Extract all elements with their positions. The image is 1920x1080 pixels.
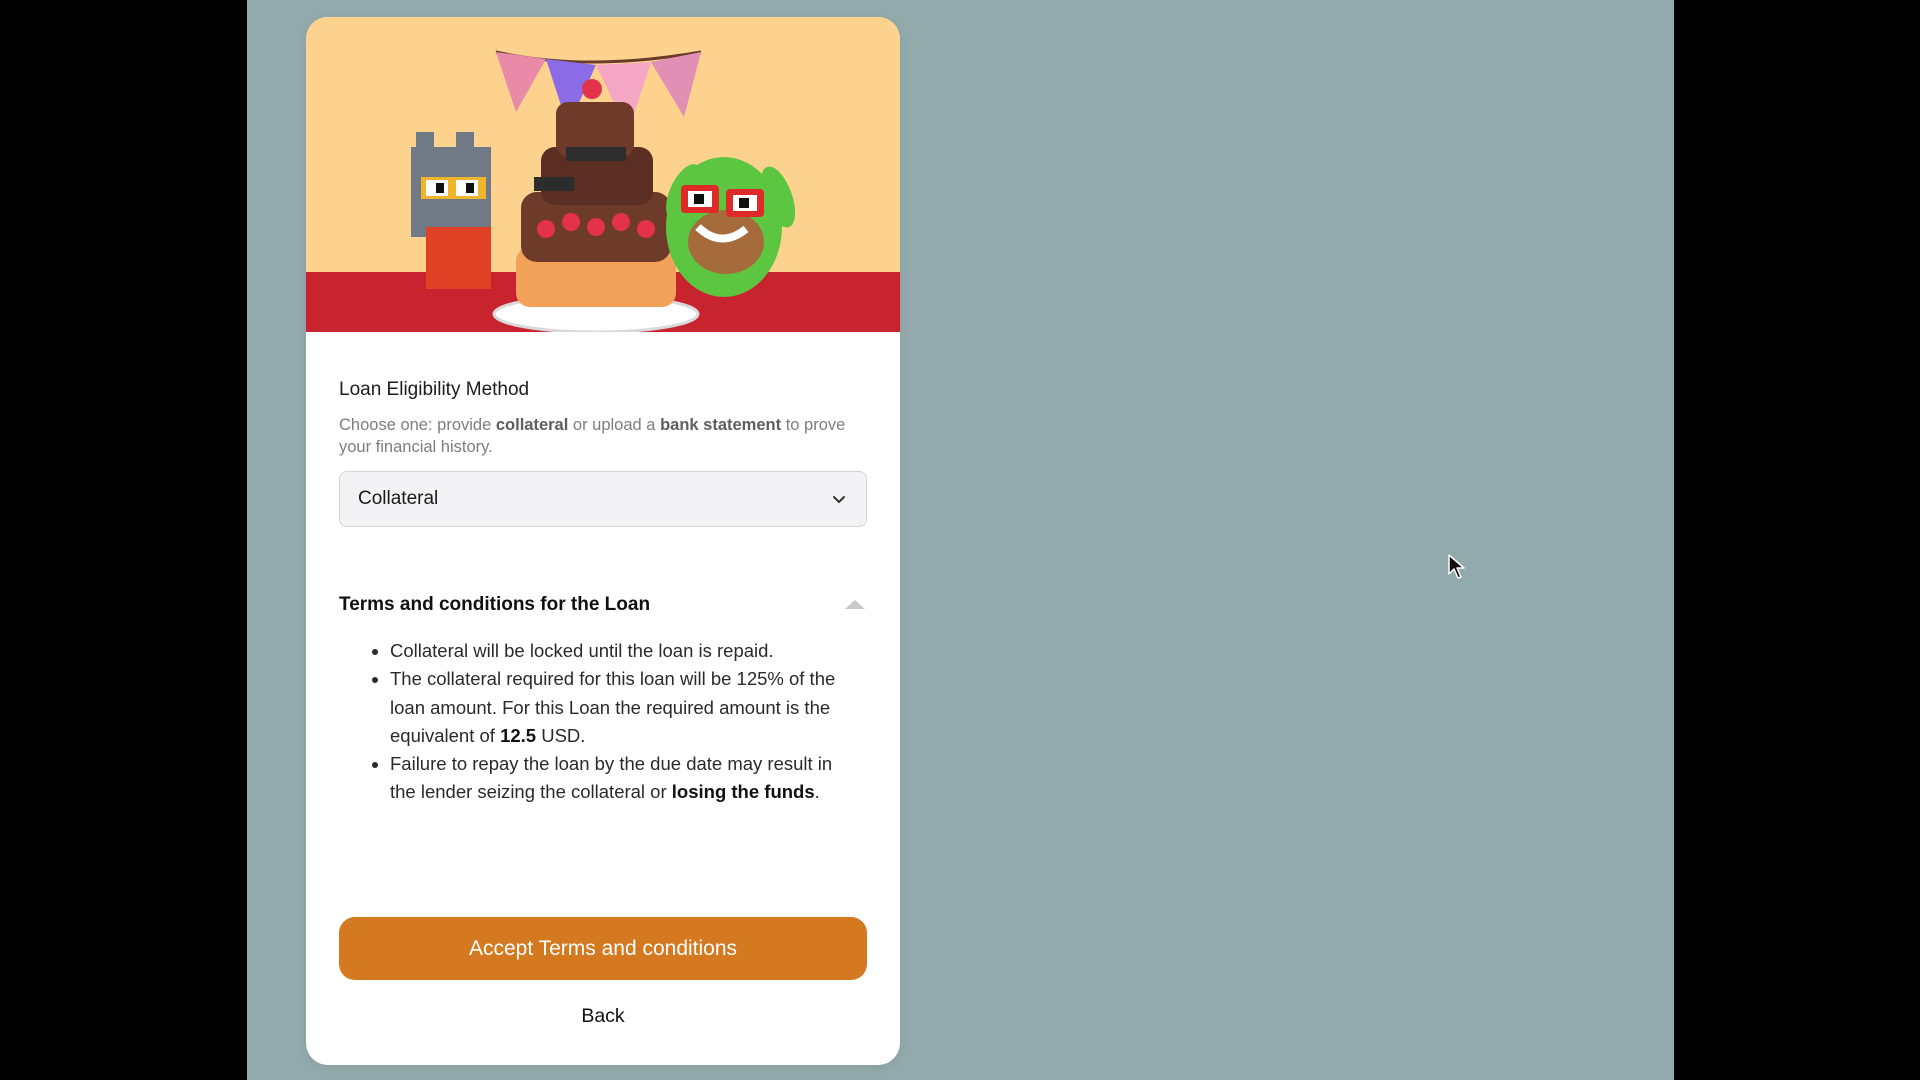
helper-text-part: Choose one: provide [339, 416, 496, 434]
eligibility-method-label: Loan Eligibility Method [339, 379, 530, 400]
select-value: Collateral [358, 488, 439, 509]
terms-item-text: Collateral will be locked until the loan… [390, 640, 774, 661]
party-cake-illustration [306, 17, 900, 332]
mouse-pointer-icon [1448, 554, 1465, 579]
required-amount-value: 12.5 [500, 724, 537, 746]
app-viewport: Loan Eligibility Method Choose one: prov… [247, 0, 1674, 1080]
chevron-down-icon [833, 496, 845, 503]
helper-text-part: or upload a [568, 416, 661, 434]
terms-item-text: USD. [536, 724, 586, 746]
back-button[interactable]: Back [553, 999, 653, 1033]
helper-text-bank-statement: bank statement [660, 416, 782, 434]
helper-text-collateral: collateral [495, 416, 569, 434]
terms-item-emphasis: losing the funds [671, 781, 815, 803]
eligibility-method-select[interactable]: Collateral [339, 471, 867, 527]
eligibility-helper-text: Choose one: provide collateral or upload… [339, 414, 867, 458]
terms-list: Collateral will be locked until the loan… [339, 637, 857, 807]
accept-terms-button[interactable]: Accept Terms and conditions [339, 917, 867, 980]
loan-terms-card: Loan Eligibility Method Choose one: prov… [306, 17, 900, 1065]
terms-item-lock: Collateral will be locked until the loan… [390, 637, 857, 665]
terms-item-text: . [814, 781, 820, 803]
caret-up-icon[interactable] [843, 597, 867, 611]
terms-title: Terms and conditions for the Loan [339, 594, 651, 615]
terms-item-text: The collateral required for this loan wi… [390, 668, 836, 746]
terms-item-collateral-amount: The collateral required for this loan wi… [390, 665, 857, 750]
terms-item-failure: Failure to repay the loan by the due dat… [390, 750, 857, 807]
hero-illustration [306, 17, 900, 332]
